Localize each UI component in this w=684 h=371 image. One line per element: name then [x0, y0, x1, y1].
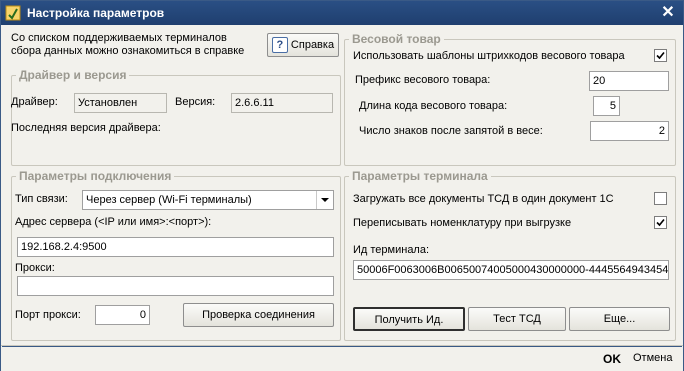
connection-type-label: Тип связи: [15, 193, 68, 205]
rewrite-nomenclature-label: Переписывать номенклатуру при выгрузке [353, 217, 572, 229]
use-templates-checkbox[interactable] [654, 49, 667, 62]
settings-dialog: Настройка параметров ✕ Со списком поддер… [0, 0, 684, 371]
terminal-id-input[interactable]: 50006F0063006B00650074005000430000000-44… [353, 260, 669, 280]
proxy-label: Прокси: [15, 262, 55, 274]
connection-type-select[interactable]: Через сервер (Wi-Fi терминалы) [82, 190, 334, 210]
weight-group-legend: Весовой товар [352, 32, 441, 46]
settings-gear-icon [5, 5, 21, 21]
prefix-label: Префикс весового товара: [355, 74, 491, 86]
server-address-input[interactable]: 192.168.2.4:9500 [17, 237, 334, 257]
ok-button[interactable]: OK [603, 352, 621, 366]
checkmark-icon [656, 218, 665, 227]
help-text-line1: Со списком поддерживаемых терминалов [11, 32, 227, 44]
latest-driver-label: Последняя версия драйвера: [11, 122, 161, 134]
terminal-id-label: Ид терминала: [353, 244, 430, 256]
driver-label: Драйвер: [11, 96, 58, 108]
load-docs-checkbox[interactable] [654, 192, 667, 205]
proxy-port-input[interactable]: 0 [95, 305, 150, 325]
connection-group-legend: Параметры подключения [19, 169, 172, 183]
connection-type-value: Через сервер (Wi-Fi терминалы) [86, 194, 252, 206]
version-label: Версия: [175, 96, 216, 108]
check-connection-button[interactable]: Проверка соединения [183, 303, 334, 327]
checkmark-icon [656, 51, 665, 60]
help-text-line2: сбора данных можно ознакомиться в справк… [11, 45, 245, 57]
terminal-group-legend: Параметры терминала [352, 169, 488, 183]
chevron-down-icon[interactable] [316, 191, 333, 209]
proxy-input[interactable] [17, 276, 334, 296]
driver-status-field: Установлен [74, 93, 167, 113]
close-icon[interactable]: ✕ [659, 4, 677, 22]
test-tsd-button[interactable]: Тест ТСД [468, 307, 566, 331]
code-length-label: Длина кода весового товара: [359, 100, 508, 112]
title-bar[interactable]: Настройка параметров ✕ [1, 1, 683, 25]
version-field: 2.6.6.11 [231, 93, 333, 113]
server-address-label: Адрес сервера (<IP или имя>:<порт>): [15, 216, 212, 228]
help-button-label: Справка [290, 39, 335, 52]
driver-group-legend: Драйвер и версия [19, 68, 127, 82]
decimals-label: Число знаков после запятой в весе: [359, 125, 543, 137]
proxy-port-label: Порт прокси: [15, 309, 81, 321]
prefix-input[interactable]: 20 [589, 71, 669, 91]
code-length-input[interactable]: 5 [593, 96, 620, 116]
help-button[interactable]: ? Справка [267, 33, 339, 57]
get-id-button[interactable]: Получить Ид. [353, 307, 465, 331]
driver-group: Драйвер и версия [11, 68, 341, 166]
load-docs-label: Загружать все документы ТСД в один докум… [353, 193, 614, 205]
decimals-input[interactable]: 2 [590, 121, 669, 141]
dialog-footer: OK Отмена [1, 345, 683, 371]
use-templates-label: Использовать шаблоны штрихкодов весового… [353, 50, 625, 62]
dialog-content: Со списком поддерживаемых терминалов сбо… [3, 26, 679, 344]
question-icon: ? [271, 37, 288, 54]
rewrite-nomenclature-checkbox[interactable] [654, 216, 667, 229]
more-button[interactable]: Еще... [569, 307, 670, 331]
footer-divider [2, 346, 682, 347]
window-title: Настройка параметров [27, 6, 165, 20]
cancel-button[interactable]: Отмена [633, 352, 672, 364]
